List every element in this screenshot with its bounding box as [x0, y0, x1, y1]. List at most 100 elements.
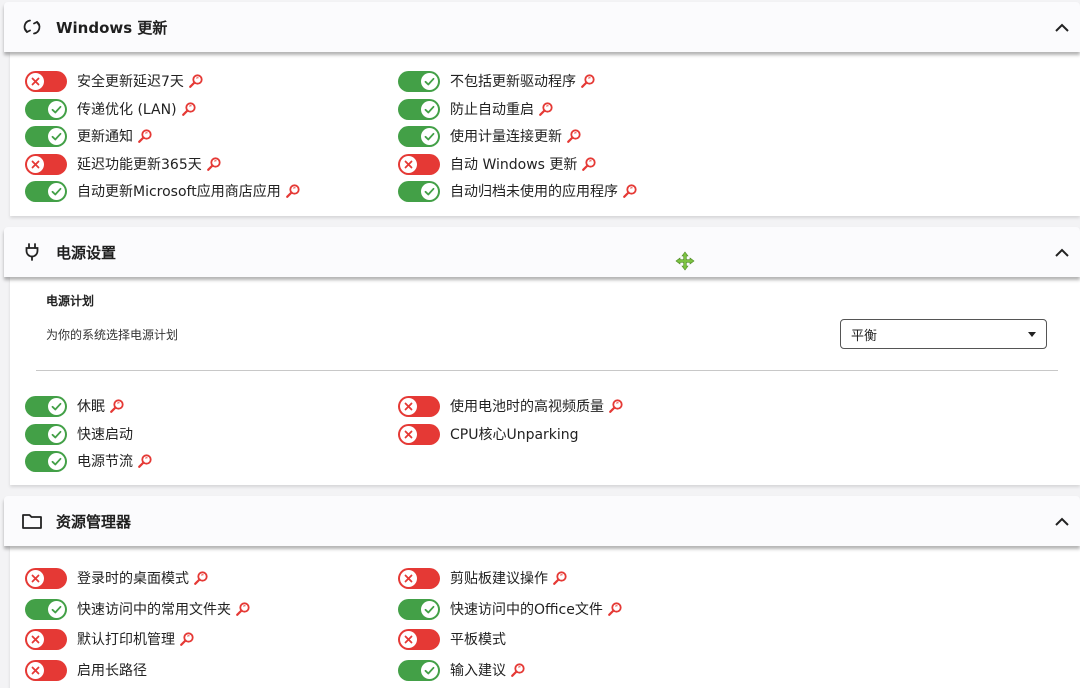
x-icon	[27, 630, 44, 648]
toggle-row: 使用电池时的高视频质量	[398, 395, 624, 417]
chevron-up-icon[interactable]	[1052, 17, 1072, 37]
power-plan-value: 平衡	[851, 328, 878, 344]
section-title: 电源设置	[56, 243, 117, 262]
check-icon	[421, 72, 438, 90]
toggle-row: 自动归档未使用的应用程序	[398, 180, 638, 202]
toggle-switch[interactable]	[398, 659, 440, 681]
check-icon	[421, 182, 438, 200]
toggle-row: 自动更新Microsoft应用商店应用	[25, 180, 301, 202]
toggle-switch[interactable]	[25, 180, 67, 202]
toggle-label: 输入建议	[450, 663, 506, 679]
search-icon[interactable]	[137, 128, 153, 144]
toggle-label: 不包括更新驱动程序	[450, 74, 576, 90]
x-icon	[27, 155, 44, 173]
toggle-row: 自动 Windows 更新	[398, 153, 597, 175]
toggle-label: 使用电池时的高视频质量	[450, 399, 604, 415]
toggle-label: 快速启动	[77, 427, 133, 443]
toggle-switch[interactable]	[398, 423, 440, 445]
toggle-row: 安全更新延迟7天	[25, 70, 204, 92]
toggle-switch[interactable]	[25, 628, 67, 650]
search-icon[interactable]	[179, 631, 195, 647]
search-icon[interactable]	[193, 570, 209, 586]
toggle-switch[interactable]	[25, 567, 67, 589]
power-settings-header[interactable]: 电源设置	[4, 227, 1080, 277]
toggle-label: 平板模式	[450, 632, 506, 648]
chevron-up-icon[interactable]	[1052, 242, 1072, 262]
search-icon[interactable]	[581, 156, 597, 172]
check-icon	[48, 425, 65, 443]
search-icon[interactable]	[235, 601, 251, 617]
search-icon[interactable]	[622, 183, 638, 199]
toggle-label: 安全更新延迟7天	[77, 74, 184, 90]
toggle-switch[interactable]	[25, 70, 67, 92]
search-icon[interactable]	[566, 128, 582, 144]
x-icon	[400, 569, 417, 587]
toggle-label: 防止自动重启	[450, 102, 534, 118]
check-icon	[421, 127, 438, 145]
x-icon	[27, 72, 44, 90]
toggle-row: 防止自动重启	[398, 98, 554, 120]
toggle-row: 默认打印机管理	[25, 628, 195, 650]
toggle-row: 快速访问中的常用文件夹	[25, 598, 251, 620]
search-icon[interactable]	[552, 570, 568, 586]
check-icon	[421, 600, 438, 618]
toggle-row: 延迟功能更新365天	[25, 153, 222, 175]
toggle-label: CPU核心Unparking	[450, 427, 579, 443]
toggle-label: 快速访问中的Office文件	[450, 602, 603, 618]
plug-icon	[20, 240, 44, 264]
toggle-switch[interactable]	[25, 125, 67, 147]
check-icon	[48, 397, 65, 415]
check-icon	[48, 100, 65, 118]
search-icon[interactable]	[510, 662, 526, 678]
toggle-label: 默认打印机管理	[77, 632, 175, 648]
toggle-switch[interactable]	[398, 598, 440, 620]
toggle-switch[interactable]	[25, 153, 67, 175]
toggle-switch[interactable]	[398, 180, 440, 202]
search-icon[interactable]	[181, 101, 197, 117]
toggle-label: 休眠	[77, 399, 105, 415]
toggle-switch[interactable]	[25, 423, 67, 445]
toggle-row: 登录时的桌面模式	[25, 567, 209, 589]
toggle-switch[interactable]	[398, 98, 440, 120]
toggle-switch[interactable]	[398, 125, 440, 147]
check-icon	[48, 182, 65, 200]
toggle-switch[interactable]	[25, 98, 67, 120]
toggle-switch[interactable]	[398, 70, 440, 92]
check-icon	[48, 600, 65, 618]
search-icon[interactable]	[137, 453, 153, 469]
toggle-label: 启用长路径	[77, 663, 147, 679]
toggle-switch[interactable]	[398, 628, 440, 650]
windows-update-header[interactable]: Windows 更新	[4, 2, 1080, 52]
toggle-switch[interactable]	[25, 395, 67, 417]
toggle-switch[interactable]	[25, 598, 67, 620]
toggle-label: 快速访问中的常用文件夹	[77, 602, 231, 618]
search-icon[interactable]	[206, 156, 222, 172]
toggle-row: 平板模式	[398, 628, 506, 650]
search-icon[interactable]	[188, 73, 204, 89]
toggle-label: 电源节流	[77, 454, 133, 470]
check-icon	[48, 127, 65, 145]
search-icon[interactable]	[109, 398, 125, 414]
toggle-switch[interactable]	[398, 395, 440, 417]
section-title: 资源管理器	[56, 512, 132, 531]
search-icon[interactable]	[607, 601, 623, 617]
x-icon	[400, 155, 417, 173]
search-icon[interactable]	[285, 183, 301, 199]
toggle-row: 休眠	[25, 395, 125, 417]
explorer-header[interactable]: 资源管理器	[4, 496, 1080, 546]
toggle-label: 自动更新Microsoft应用商店应用	[77, 184, 281, 200]
chevron-up-icon[interactable]	[1052, 511, 1072, 531]
search-icon[interactable]	[538, 101, 554, 117]
toggle-switch[interactable]	[25, 659, 67, 681]
power-plan-select[interactable]: 平衡	[840, 319, 1047, 349]
toggle-row: 输入建议	[398, 659, 526, 681]
x-icon	[400, 630, 417, 648]
toggle-switch[interactable]	[398, 567, 440, 589]
search-icon[interactable]	[608, 398, 624, 414]
toggle-switch[interactable]	[25, 450, 67, 472]
toggle-switch[interactable]	[398, 153, 440, 175]
search-icon[interactable]	[580, 73, 596, 89]
toggle-row: 不包括更新驱动程序	[398, 70, 596, 92]
toggle-label: 登录时的桌面模式	[77, 571, 189, 587]
toggle-label: 更新通知	[77, 129, 133, 145]
